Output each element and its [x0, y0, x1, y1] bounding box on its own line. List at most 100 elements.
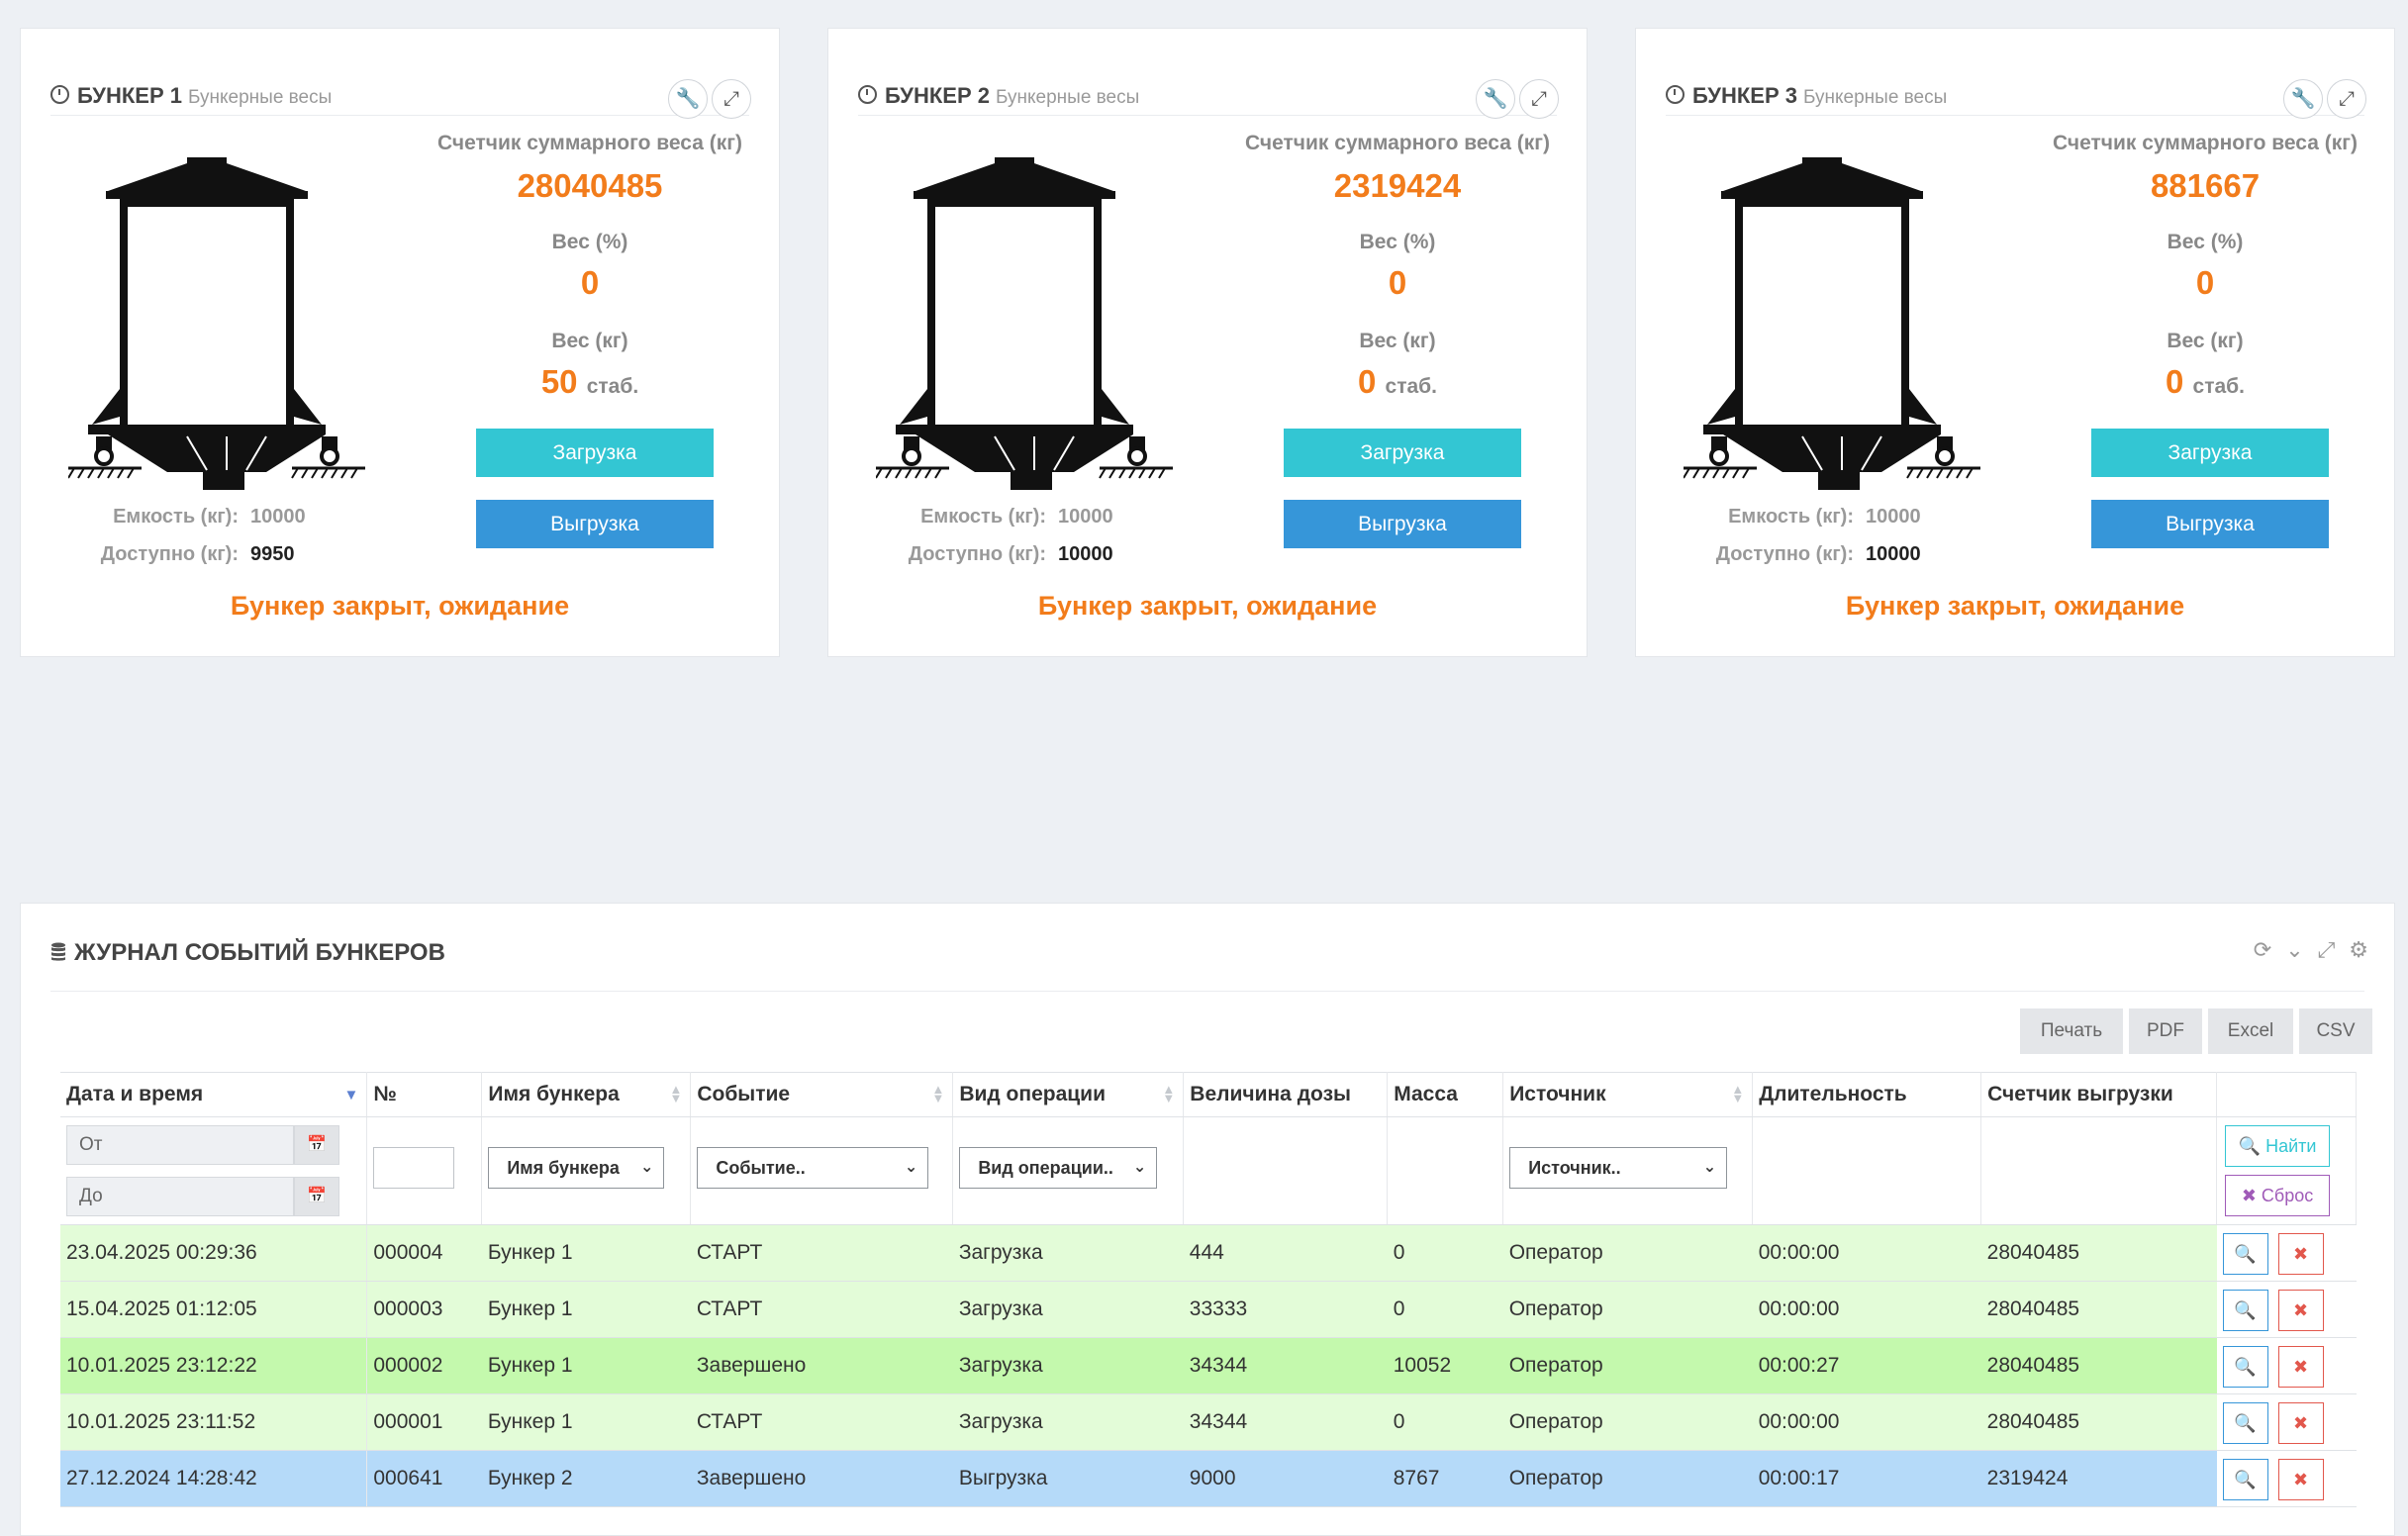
- wrench-icon[interactable]: 🔧: [2283, 79, 2323, 119]
- available-label: Доступно (кг):: [908, 543, 1046, 565]
- find-button[interactable]: 🔍 Найти: [2225, 1125, 2331, 1167]
- col-duration: Длительность: [1752, 1072, 1982, 1117]
- load-button[interactable]: Загрузка: [1284, 429, 1521, 477]
- silo-scale-icon: [68, 157, 365, 490]
- operation-select[interactable]: Вид операции.. ⌄: [959, 1147, 1158, 1189]
- load-button[interactable]: Загрузка: [2091, 429, 2329, 477]
- source-select[interactable]: Источник.. ⌄: [1509, 1147, 1728, 1189]
- sort-icon[interactable]: ▲ ▼: [1731, 1083, 1744, 1104]
- cell-datetime: 10.01.2025 23:12:22: [60, 1337, 368, 1394]
- col-mass: Масса: [1387, 1072, 1504, 1117]
- col-label: Счетчик выгрузки: [1987, 1083, 2173, 1105]
- collapse-icon[interactable]: ⌄: [2285, 937, 2303, 962]
- journal-title-text: ЖУРНАЛ СОБЫТИЙ БУНКЕРОВ: [74, 939, 445, 966]
- cell-bunker: Бункер 1: [481, 1393, 691, 1451]
- expand-icon[interactable]: ⤢: [1519, 79, 1559, 119]
- wrench-icon[interactable]: 🔧: [1476, 79, 1515, 119]
- cell-number: 000003: [366, 1281, 482, 1338]
- bunker-panel-1: БУНКЕР 1 Бункерные весы 🔧 ⤢ Счетчик сумм…: [20, 28, 780, 657]
- load-button[interactable]: Загрузка: [476, 429, 714, 477]
- cell-unload-counter: 28040485: [1980, 1337, 2217, 1394]
- table-row[interactable]: 23.04.2025 00:29:36 000004 Бункер 1 СТАРТ За…: [60, 1224, 2357, 1282]
- cell-operation: Загрузка: [952, 1281, 1184, 1338]
- delete-row-button[interactable]: ✖: [2277, 1402, 2324, 1444]
- search-icon: 🔍: [2234, 1244, 2257, 1264]
- weight-kg-value: 0 стаб.: [2042, 363, 2368, 401]
- table-row[interactable]: 27.12.2024 14:28:42 000641 Бункер 2 Заверше…: [60, 1450, 2357, 1507]
- clock-icon: [1666, 85, 1685, 104]
- weight-kg-number: 0: [2166, 363, 2184, 400]
- view-row-button[interactable]: 🔍: [2222, 1233, 2268, 1275]
- cell-unload-counter: 28040485: [1980, 1224, 2217, 1282]
- excel-button[interactable]: Excel: [2208, 1008, 2293, 1054]
- search-icon: 🔍: [2234, 1413, 2257, 1433]
- cell-operation: Загрузка: [952, 1224, 1184, 1282]
- cell-duration: 00:00:00: [1752, 1224, 1981, 1282]
- settings-icon[interactable]: ⚙: [2349, 937, 2368, 962]
- wrench-icon[interactable]: 🔧: [668, 79, 708, 119]
- source-filter: Источник.. ⌄: [1502, 1116, 1754, 1225]
- weight-pct-label: Вес (%): [2167, 231, 2244, 253]
- clock-icon: [50, 85, 69, 104]
- cell-unload-counter: 28040485: [1980, 1281, 2217, 1338]
- weight-kg-value: 0 стаб.: [1234, 363, 1561, 401]
- col-datetime[interactable]: Дата и время ▼: [60, 1072, 368, 1117]
- cell-number: 000002: [366, 1337, 482, 1394]
- table-row[interactable]: 15.04.2025 01:12:05 000003 Бункер 1 СТАРТ За…: [60, 1281, 2357, 1338]
- col-bunker-name[interactable]: Имя бункера ▲ ▼: [481, 1072, 692, 1117]
- unload-button[interactable]: Выгрузка: [2091, 500, 2329, 548]
- chevron-down-icon: ⌄: [1702, 1148, 1717, 1188]
- expand-icon[interactable]: ⤢: [712, 79, 751, 119]
- cell-number: 000004: [366, 1224, 482, 1282]
- print-button[interactable]: Печать: [2020, 1008, 2123, 1054]
- refresh-icon[interactable]: ⟳: [2254, 937, 2271, 962]
- date-from-input[interactable]: От: [66, 1125, 294, 1165]
- unload-button[interactable]: Выгрузка: [1284, 500, 1521, 548]
- reset-button[interactable]: ✖ Сброс: [2225, 1175, 2331, 1216]
- pdf-button[interactable]: PDF: [2129, 1008, 2202, 1054]
- expand-icon[interactable]: ⤢: [2327, 79, 2366, 119]
- close-icon: ✖: [2293, 1300, 2309, 1320]
- delete-row-button[interactable]: ✖: [2277, 1233, 2324, 1275]
- col-event[interactable]: Событие ▲ ▼: [690, 1072, 954, 1117]
- number-filter: [366, 1116, 483, 1225]
- search-icon: 🔍: [2234, 1300, 2257, 1320]
- csv-button[interactable]: CSV: [2299, 1008, 2372, 1054]
- delete-row-button[interactable]: ✖: [2277, 1459, 2324, 1500]
- filter-row: От 📅 До 📅 Имя бункера ⌄ Событие.. ⌄ Вид оп…: [60, 1116, 2357, 1225]
- available-value: 9950: [250, 543, 295, 565]
- fullscreen-icon[interactable]: ⤢: [2318, 937, 2336, 962]
- calendar-icon[interactable]: 📅: [294, 1177, 339, 1216]
- bunker-select[interactable]: Имя бункера ⌄: [488, 1147, 665, 1189]
- col-label: Вид операции: [959, 1083, 1106, 1105]
- cell-bunker: Бункер 1: [481, 1224, 691, 1282]
- capacity-value: 10000: [250, 506, 306, 528]
- delete-row-button[interactable]: ✖: [2277, 1346, 2324, 1388]
- table-row[interactable]: 10.01.2025 23:12:22 000002 Бункер 1 Заверше…: [60, 1337, 2357, 1394]
- calendar-icon[interactable]: 📅: [294, 1125, 339, 1165]
- sort-desc-icon[interactable]: ▼: [344, 1088, 359, 1103]
- view-row-button[interactable]: 🔍: [2222, 1290, 2268, 1331]
- weight-kg-label: Вес (кг): [2167, 330, 2244, 352]
- cell-event: Завершено: [690, 1337, 953, 1394]
- view-row-button[interactable]: 🔍: [2222, 1402, 2268, 1444]
- number-input[interactable]: [373, 1147, 455, 1189]
- sort-icon[interactable]: ▲ ▼: [1162, 1083, 1175, 1104]
- delete-row-button[interactable]: ✖: [2277, 1290, 2324, 1331]
- select-value: Имя бункера: [507, 1158, 620, 1178]
- date-to-input[interactable]: До: [66, 1177, 294, 1216]
- chevron-down-icon: ⌄: [639, 1148, 654, 1188]
- chevron-down-icon: ⌄: [1132, 1148, 1147, 1188]
- unload-button[interactable]: Выгрузка: [476, 500, 714, 548]
- view-row-button[interactable]: 🔍: [2222, 1459, 2268, 1500]
- select-value: Вид операции..: [978, 1158, 1113, 1178]
- sort-icon[interactable]: ▲ ▼: [931, 1083, 944, 1104]
- event-select[interactable]: Событие.. ⌄: [697, 1147, 929, 1189]
- table-row[interactable]: 10.01.2025 23:11:52 000001 Бункер 1 СТАРТ За…: [60, 1393, 2357, 1451]
- available-label: Доступно (кг):: [1715, 543, 1854, 565]
- journal-title: ЖУРНАЛ СОБЫТИЙ БУНКЕРОВ: [50, 939, 445, 967]
- col-operation[interactable]: Вид операции ▲ ▼: [952, 1072, 1185, 1117]
- col-source[interactable]: Источник ▲ ▼: [1502, 1072, 1754, 1117]
- sort-icon[interactable]: ▲ ▼: [669, 1083, 682, 1104]
- view-row-button[interactable]: 🔍: [2222, 1346, 2268, 1388]
